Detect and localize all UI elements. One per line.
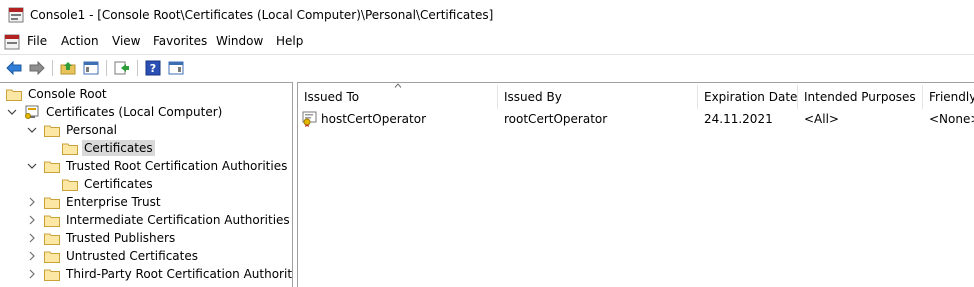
cell-intended-purposes: <All>	[804, 112, 839, 126]
cell-friendly-name: <None>	[929, 112, 974, 126]
column-header-issued-by[interactable]: Issued By	[498, 85, 698, 109]
mmc-system-menu-icon[interactable]	[4, 34, 20, 50]
tree-item-label: Certificates	[84, 177, 153, 191]
chevron-right-icon[interactable]	[26, 268, 38, 280]
cell-issued-by: rootCertOperator	[504, 112, 608, 126]
folder-icon	[44, 233, 60, 245]
toolbar-separator	[52, 60, 53, 76]
forward-button[interactable]	[27, 58, 47, 78]
column-header-friendly-name[interactable]: Friendly	[923, 85, 974, 109]
folder-icon	[44, 161, 60, 173]
tree-item-personal-certificates[interactable]: Certificates	[62, 139, 155, 157]
export-list-icon	[114, 61, 129, 75]
tree-item-label: Certificates (Local Computer)	[46, 105, 223, 119]
folder-icon	[44, 125, 60, 137]
menu-bar: File Action View Favorites Window Help	[0, 31, 974, 53]
menu-view[interactable]: View	[112, 34, 140, 48]
tree-item-label: Third-Party Root Certification Authoriti…	[66, 267, 293, 281]
tree-item-untrusted-certificates[interactable]: Untrusted Certificates	[26, 247, 200, 265]
tree-item-trusted-publishers[interactable]: Trusted Publishers	[26, 229, 177, 247]
tree-item-label: Certificates	[82, 140, 155, 156]
folder-icon	[44, 251, 60, 263]
tree-item-enterprise-trust[interactable]: Enterprise Trust	[26, 193, 163, 211]
tree-item-label: Enterprise Trust	[66, 195, 161, 209]
menu-favorites[interactable]: Favorites	[153, 34, 207, 48]
chevron-right-icon[interactable]	[26, 232, 38, 244]
chevron-down-icon[interactable]	[6, 106, 18, 118]
chevron-right-icon[interactable]	[26, 250, 38, 262]
menu-action[interactable]: Action	[61, 34, 99, 48]
column-header-issued-to[interactable]: Issued To	[298, 85, 498, 109]
toolbar: ?	[0, 54, 974, 82]
menu-file[interactable]: File	[27, 34, 47, 48]
tree-item-label: Intermediate Certification Authorities	[66, 213, 290, 227]
show-hide-action-pane-button[interactable]	[166, 58, 186, 78]
tree-item-personal[interactable]: Personal	[26, 121, 119, 139]
up-one-level-button[interactable]	[58, 58, 78, 78]
toolbar-separator	[137, 60, 138, 76]
column-header-expiration-date[interactable]: Expiration Date	[698, 85, 798, 109]
show-hide-action-pane-icon	[168, 61, 184, 75]
up-folder-icon	[60, 62, 76, 75]
show-hide-tree-icon	[83, 61, 99, 75]
menu-window[interactable]: Window	[216, 34, 263, 48]
folder-icon	[6, 89, 22, 101]
export-list-button[interactable]	[112, 58, 132, 78]
menu-help[interactable]: Help	[276, 34, 303, 48]
certificate-icon	[302, 111, 317, 127]
help-button[interactable]: ?	[143, 58, 163, 78]
folder-icon	[44, 269, 60, 281]
help-icon: ?	[145, 60, 161, 76]
tree-item-third-party-root-ca[interactable]: Third-Party Root Certification Authoriti…	[26, 265, 293, 283]
folder-icon	[44, 197, 60, 209]
tree-item-label: Trusted Publishers	[66, 231, 176, 245]
chevron-right-icon[interactable]	[26, 214, 38, 226]
tree-item-certificates-local-computer[interactable]: Certificates (Local Computer)	[6, 103, 224, 121]
cell-issued-to: hostCertOperator	[321, 112, 427, 126]
results-list-pane[interactable]: Issued To Issued By Expiration Date Inte…	[297, 82, 974, 287]
tree-item-label: Console Root	[28, 87, 107, 101]
folder-icon	[62, 179, 78, 191]
svg-text:?: ?	[150, 62, 156, 75]
tree-item-label: Personal	[66, 123, 118, 137]
tree-item-label: Trusted Root Certification Authorities	[66, 159, 288, 173]
tree-item-intermediate-ca[interactable]: Intermediate Certification Authorities	[26, 211, 292, 229]
table-row[interactable]: hostCertOperator rootCertOperator 24.11.…	[298, 110, 974, 130]
chevron-right-icon[interactable]	[26, 196, 38, 208]
back-icon	[6, 61, 22, 75]
window-title: Console1 - [Console Root\Certificates (L…	[30, 8, 494, 22]
console-tree-pane[interactable]: Console Root Certificates (Local Compute…	[0, 82, 293, 287]
toolbar-separator	[106, 60, 107, 76]
certificate-snapin-icon	[25, 105, 39, 119]
tree-item-trusted-root-certificates[interactable]: Certificates	[62, 175, 155, 193]
show-hide-tree-button[interactable]	[81, 58, 101, 78]
chevron-down-icon[interactable]	[26, 124, 38, 136]
tree-item-trusted-root[interactable]: Trusted Root Certification Authorities	[26, 157, 289, 175]
folder-icon	[44, 215, 60, 227]
title-bar: Console1 - [Console Root\Certificates (L…	[0, 0, 974, 31]
mmc-app-icon	[8, 7, 24, 23]
forward-icon	[29, 61, 45, 75]
tree-item-label: Untrusted Certificates	[66, 249, 198, 263]
back-button[interactable]	[4, 58, 24, 78]
column-header-intended-purposes[interactable]: Intended Purposes	[798, 85, 923, 109]
folder-icon	[62, 143, 78, 155]
chevron-down-icon[interactable]	[26, 160, 38, 172]
cell-expiration-date: 24.11.2021	[704, 112, 773, 126]
tree-item-console-root[interactable]: Console Root	[6, 85, 109, 103]
